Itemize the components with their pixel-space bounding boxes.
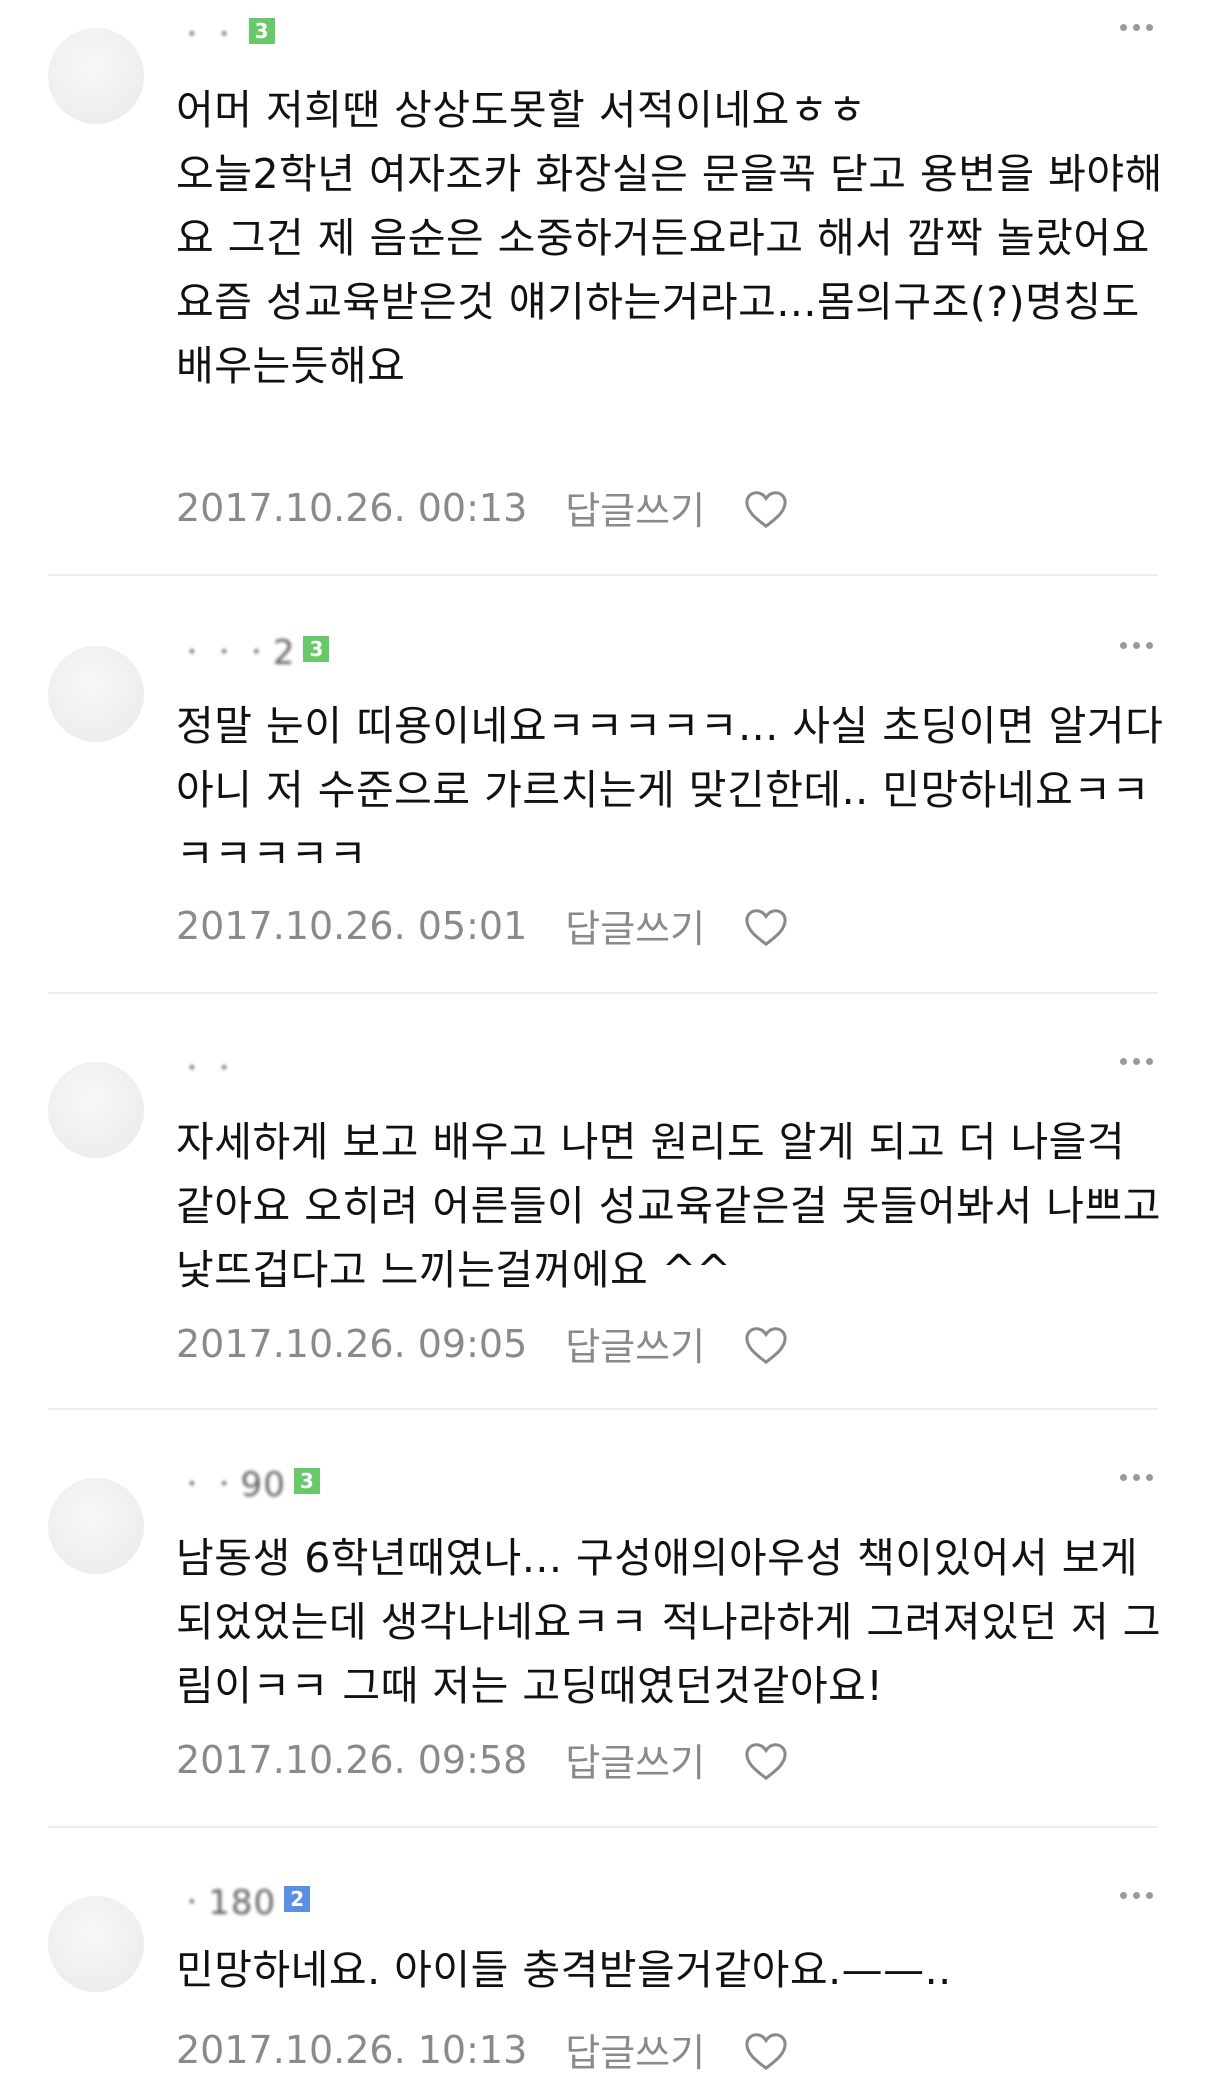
reply-button[interactable]: 답글쓰기 (565, 2022, 705, 2077)
heart-icon[interactable] (743, 1739, 789, 1781)
divider (48, 574, 1158, 576)
level-badge: 3 (303, 636, 330, 662)
heart-icon[interactable] (743, 487, 789, 529)
comment-text: 민망하네요. 아이들 충격받을거같아요.——.. (176, 1946, 952, 1994)
comment-date: 2017.10.26. 09:05 (176, 1321, 528, 1366)
nickname[interactable]: ㆍㆍ (176, 7, 241, 56)
level-badge: 3 (293, 1468, 320, 1494)
comment-text: 어머 저희땐 상상도못할 서적이네요ㅎㅎ 오늘2학년 여자조카 화장실은 문을꼭… (176, 86, 1163, 390)
more-dots-icon[interactable] (1120, 1892, 1153, 1899)
nickname[interactable]: ㆍㆍㆍ2 (176, 625, 295, 674)
more-dots-icon[interactable] (1120, 1474, 1153, 1481)
reply-button[interactable]: 답글쓰기 (565, 1732, 705, 1787)
comment-date: 2017.10.26. 05:01 (176, 903, 528, 948)
nickname[interactable]: ㆍ180 (176, 1875, 276, 1924)
comment-date: 2017.10.26. 00:13 (176, 485, 528, 530)
comment-date: 2017.10.26. 09:58 (176, 1737, 528, 1782)
more-dots-icon[interactable] (1120, 1058, 1153, 1065)
nickname[interactable]: ㆍㆍ (176, 1041, 241, 1090)
nickname[interactable]: ㆍㆍ90 (176, 1457, 286, 1506)
more-dots-icon[interactable] (1120, 642, 1153, 649)
avatar[interactable] (48, 1062, 144, 1158)
reply-button[interactable]: 답글쓰기 (565, 480, 705, 535)
reply-button[interactable]: 답글쓰기 (565, 1316, 705, 1371)
avatar[interactable] (48, 28, 144, 124)
heart-icon[interactable] (743, 2029, 789, 2071)
avatar[interactable] (48, 1478, 144, 1574)
comment-text: 남동생 6학년때였나... 구성애의아우성 책이있어서 보게되었었는데 생각나네… (176, 1534, 1161, 1710)
divider (48, 1408, 1158, 1410)
avatar[interactable] (48, 646, 144, 742)
divider (48, 992, 1158, 994)
reply-button[interactable]: 답글쓰기 (565, 898, 705, 953)
heart-icon[interactable] (743, 905, 789, 947)
comment-text: 자세하게 보고 배우고 나면 원리도 알게 되고 더 나을걱 같아요 오히려 어… (176, 1118, 1175, 1294)
avatar[interactable] (48, 1896, 144, 1992)
comment-date: 2017.10.26. 10:13 (176, 2027, 528, 2072)
comment-text: 정말 눈이 띠용이네요ㅋㅋㅋㅋㅋ... 사실 초딩이면 알거다 아니 저 수준으… (176, 702, 1177, 878)
level-badge: 2 (284, 1886, 311, 1912)
heart-icon[interactable] (743, 1323, 789, 1365)
level-badge: 3 (248, 18, 275, 44)
divider (48, 1826, 1158, 1828)
more-dots-icon[interactable] (1120, 24, 1153, 31)
